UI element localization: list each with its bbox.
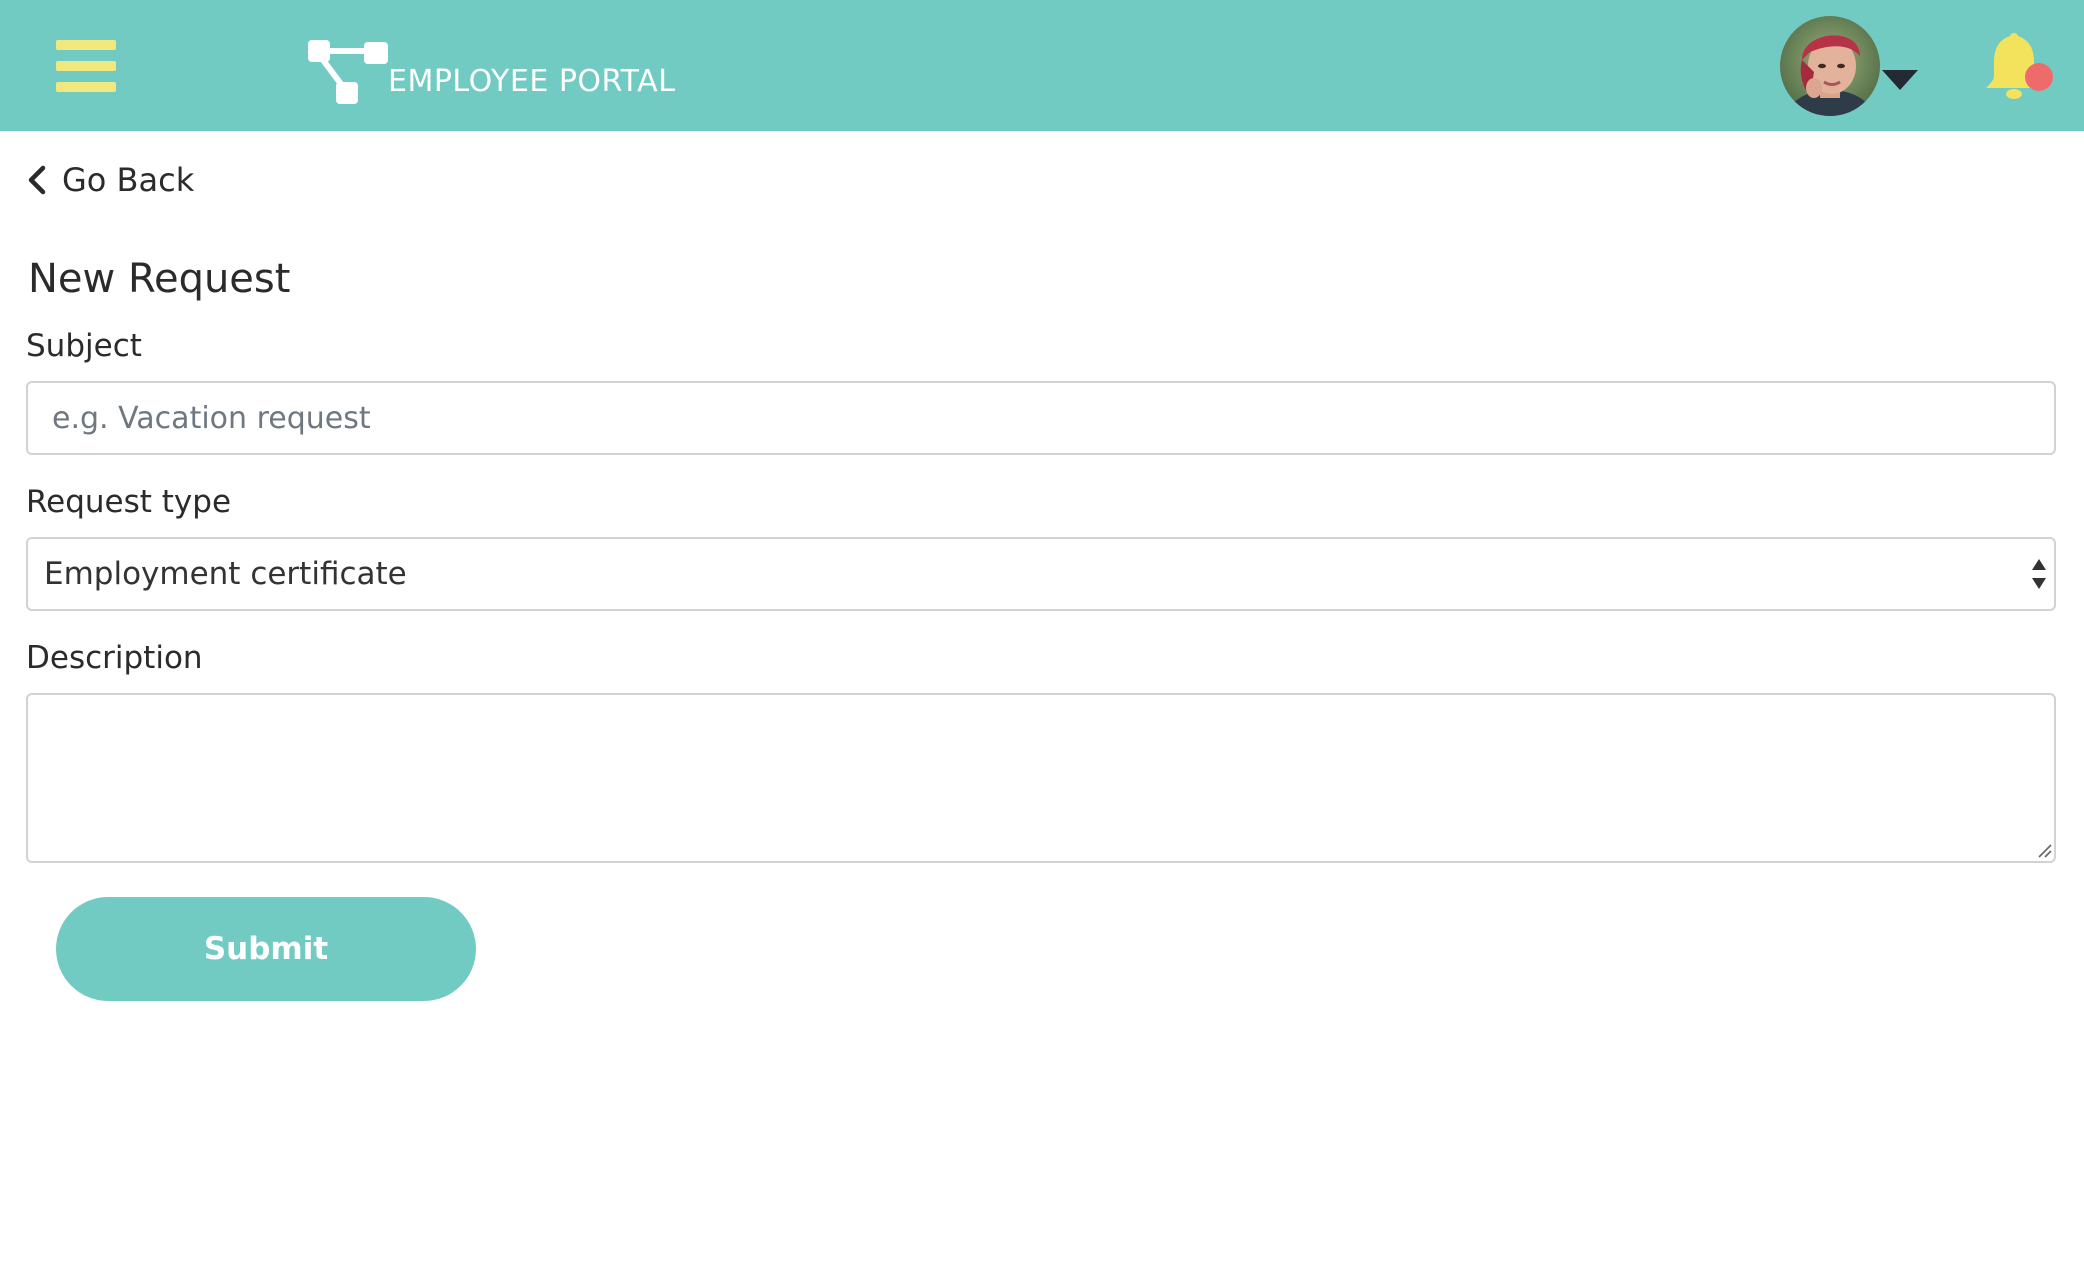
- bell-icon[interactable]: [1980, 32, 2060, 102]
- network-nodes-icon: [308, 40, 388, 104]
- notification-dot: [2025, 63, 2053, 91]
- subject-input[interactable]: [26, 381, 2056, 455]
- request-type-label: Request type: [26, 484, 232, 520]
- avatar-image: [1780, 16, 1880, 116]
- hamburger-menu-icon[interactable]: [56, 38, 116, 94]
- brand-title[interactable]: EMPLOYEE PORTAL: [388, 64, 675, 99]
- chevron-left-icon: [28, 165, 46, 195]
- request-type-select[interactable]: Employment certificate: [26, 537, 2056, 611]
- caret-down-icon[interactable]: [1882, 70, 1918, 90]
- resize-grip-icon[interactable]: [2036, 842, 2052, 858]
- select-arrows-icon: [2032, 559, 2046, 589]
- user-avatar[interactable]: [1780, 16, 1880, 116]
- description-label: Description: [26, 640, 203, 676]
- go-back-label: Go Back: [62, 161, 195, 199]
- request-type-selected-value: Employment certificate: [44, 556, 407, 592]
- description-textarea[interactable]: [26, 693, 2056, 863]
- subject-label: Subject: [26, 328, 142, 364]
- go-back-link[interactable]: Go Back: [26, 160, 194, 200]
- top-navbar: EMPLOYEE PORTAL: [0, 0, 2084, 131]
- submit-button[interactable]: Submit: [56, 897, 476, 1001]
- page-title: New Request: [28, 256, 291, 302]
